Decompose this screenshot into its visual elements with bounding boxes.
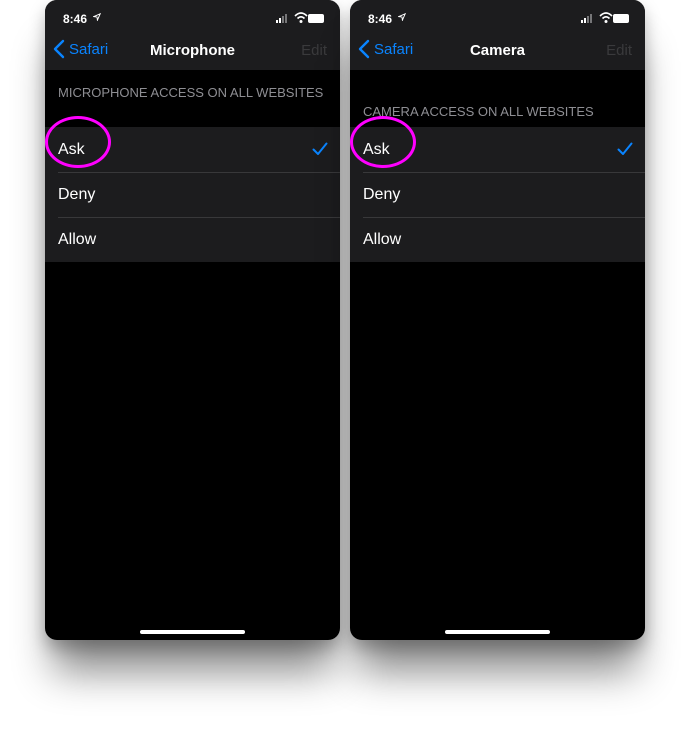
option-deny[interactable]: Deny bbox=[45, 172, 340, 217]
option-ask[interactable]: Ask bbox=[350, 127, 645, 172]
option-label: Allow bbox=[363, 231, 402, 248]
permission-options-list: Ask Deny Allow bbox=[350, 127, 645, 262]
option-label: Ask bbox=[58, 141, 85, 158]
checkmark-icon bbox=[312, 142, 328, 155]
option-label: Allow bbox=[58, 231, 97, 248]
chevron-left-icon bbox=[358, 39, 370, 59]
section-header: MICROPHONE ACCESS ON ALL WEBSITES bbox=[58, 85, 324, 100]
back-button[interactable]: Safari bbox=[358, 39, 413, 59]
edit-button[interactable]: Edit bbox=[301, 42, 327, 59]
checkmark-icon bbox=[617, 142, 633, 155]
option-deny[interactable]: Deny bbox=[350, 172, 645, 217]
wifi-icon bbox=[294, 12, 308, 23]
option-allow[interactable]: Allow bbox=[350, 217, 645, 262]
option-label: Deny bbox=[58, 186, 96, 203]
option-label: Ask bbox=[363, 141, 390, 158]
back-button-label: Safari bbox=[69, 40, 109, 58]
location-arrow-icon bbox=[398, 13, 406, 21]
option-allow[interactable]: Allow bbox=[45, 217, 340, 262]
camera-settings-screen: 8:46 Safari Camera Edit CAMERA ACCESS ON… bbox=[350, 0, 645, 640]
wifi-icon bbox=[599, 12, 613, 23]
back-button[interactable]: Safari bbox=[53, 39, 108, 59]
home-indicator bbox=[445, 630, 550, 634]
location-arrow-icon bbox=[93, 13, 101, 21]
option-ask[interactable]: Ask bbox=[45, 127, 340, 172]
status-time: 8:46 bbox=[63, 12, 88, 26]
option-label: Deny bbox=[363, 186, 401, 203]
navigation-bar: Safari Microphone Edit bbox=[45, 32, 340, 70]
microphone-settings-screen: 8:46 Safari Microphone Edit MICROPHONE A… bbox=[45, 0, 340, 640]
section-header: CAMERA ACCESS ON ALL WEBSITES bbox=[363, 104, 594, 119]
chevron-left-icon bbox=[53, 39, 65, 59]
permission-options-list: Ask Deny Allow bbox=[45, 127, 340, 262]
home-indicator bbox=[140, 630, 245, 634]
back-button-label: Safari bbox=[374, 40, 414, 58]
battery-icon bbox=[308, 14, 324, 23]
navigation-bar: Safari Camera Edit bbox=[350, 32, 645, 70]
edit-button[interactable]: Edit bbox=[606, 42, 632, 59]
status-time: 8:46 bbox=[368, 12, 393, 26]
battery-icon bbox=[613, 14, 629, 23]
